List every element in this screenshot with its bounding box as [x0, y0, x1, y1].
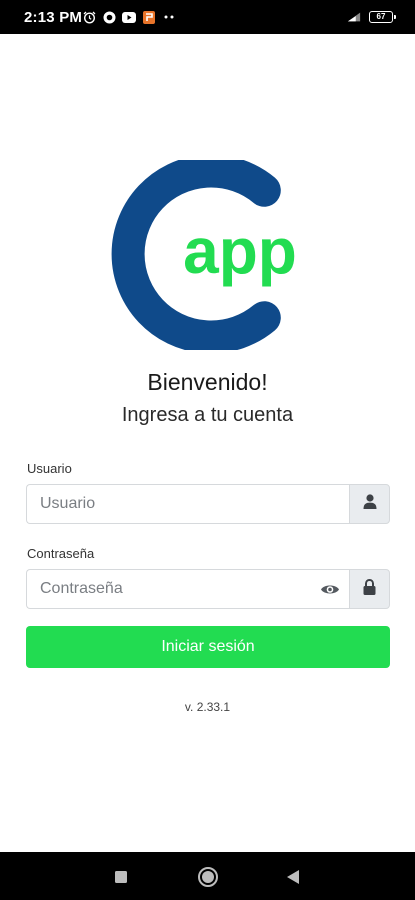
notification-icons	[82, 10, 176, 24]
recents-square-icon[interactable]	[108, 864, 134, 890]
battery-icon: 67	[369, 11, 396, 23]
status-time: 2:13 PM	[24, 9, 83, 26]
youtube-icon	[122, 10, 136, 24]
password-input-group	[26, 569, 390, 609]
navigation-bar	[0, 852, 415, 900]
username-input-group	[26, 484, 390, 524]
back-triangle-icon[interactable]	[280, 864, 306, 890]
eye-icon[interactable]	[319, 579, 341, 599]
signal-icon	[347, 10, 361, 24]
password-label: Contraseña	[27, 546, 95, 561]
alarm-icon	[82, 10, 96, 24]
more-dots-icon	[162, 10, 176, 24]
password-field-wrapper	[26, 569, 349, 609]
username-addon	[349, 484, 390, 524]
welcome-subtitle: Ingresa a tu cuenta	[121, 404, 294, 426]
welcome-title: Bienvenido!	[147, 369, 268, 395]
username-label: Usuario	[27, 461, 72, 476]
logo-text: app	[183, 215, 297, 287]
app-circle-icon	[102, 10, 116, 24]
home-circle-icon[interactable]	[195, 864, 221, 890]
password-addon	[349, 569, 390, 609]
password-input[interactable]	[26, 569, 349, 609]
user-icon	[363, 494, 377, 514]
app-logo: app	[106, 154, 308, 354]
status-bar: 2:13 PM 67	[0, 0, 415, 34]
login-button[interactable]: Iniciar sesión	[26, 626, 390, 668]
username-input[interactable]	[26, 484, 349, 524]
app-orange-icon	[142, 10, 156, 24]
system-icons: 67	[347, 10, 396, 24]
app-version: v. 2.33.1	[184, 700, 231, 714]
lock-icon	[363, 578, 376, 600]
